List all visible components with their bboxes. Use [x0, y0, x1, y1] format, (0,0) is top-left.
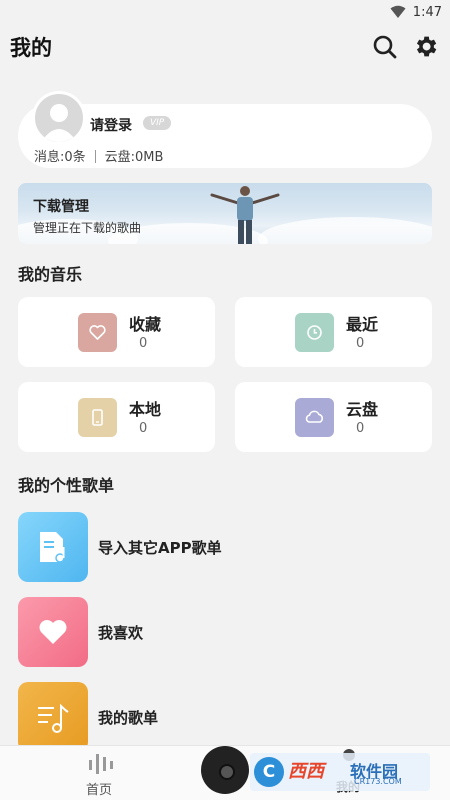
search-icon[interactable] [372, 34, 398, 60]
vip-badge: VIP [143, 116, 172, 130]
watermark-logo: C [254, 757, 284, 787]
login-label[interactable]: 请登录 [90, 115, 132, 135]
heart-icon [78, 313, 117, 352]
clock-icon [295, 313, 334, 352]
watermark-url: CR173.COM [354, 777, 402, 786]
liked-songs-label: 我喜欢 [98, 624, 144, 642]
profile-stats: 消息:0条 云盘:0MB [34, 146, 163, 165]
cloud-count: 0 [356, 421, 365, 436]
liked-songs-item[interactable]: 我喜欢 [18, 597, 432, 667]
cloud-storage-usage: 云盘:0MB [104, 150, 164, 165]
my-music-title: 我的音乐 [18, 265, 83, 284]
recent-label: 最近 [346, 315, 379, 334]
local-label: 本地 [129, 400, 162, 419]
my-playlist-item[interactable]: 我的歌单 [18, 682, 432, 752]
banner-title: 下载管理 [33, 199, 89, 215]
banner-subtitle: 管理正在下载的歌曲 [33, 221, 142, 235]
import-playlist-item[interactable]: 导入其它APP歌单 [18, 512, 432, 582]
favorites-count: 0 [139, 336, 148, 351]
watermark: C 西西 软件园 CR173.COM [250, 753, 430, 791]
import-playlist-icon [18, 512, 88, 582]
playlists-title: 我的个性歌单 [18, 476, 115, 495]
recent-count: 0 [356, 336, 365, 351]
clock-time: 1:47 [412, 5, 442, 20]
messages-count: 消息:0条 [34, 150, 86, 165]
cloud-tile[interactable]: 云盘 0 [235, 382, 432, 452]
stats-divider [94, 150, 96, 163]
cloud-label: 云盘 [346, 400, 379, 419]
watermark-brand: 西西 [288, 761, 324, 782]
avatar[interactable] [32, 91, 86, 145]
status-bar: 1:47 [0, 0, 450, 26]
person-illustration [210, 186, 280, 244]
default-avatar-icon [41, 104, 77, 142]
now-playing-disc[interactable] [201, 746, 249, 794]
gear-icon[interactable] [412, 33, 439, 60]
local-count: 0 [139, 421, 148, 436]
recent-tile[interactable]: 最近 0 [235, 297, 432, 367]
favorites-label: 收藏 [129, 315, 162, 334]
import-playlist-label: 导入其它APP歌单 [98, 539, 222, 557]
phone-icon [78, 398, 117, 437]
music-list-icon [18, 682, 88, 752]
nav-home-label[interactable]: 首页 [86, 779, 112, 798]
page-title: 我的 [10, 36, 52, 60]
app-header: 我的 [0, 26, 450, 70]
heart-icon [18, 597, 88, 667]
local-tile[interactable]: 本地 0 [18, 382, 215, 452]
banner-cloud [258, 217, 432, 244]
favorites-tile[interactable]: 收藏 0 [18, 297, 215, 367]
home-icon[interactable] [87, 752, 113, 774]
cloud-icon [295, 398, 334, 437]
my-playlist-label: 我的歌单 [98, 709, 159, 727]
wifi-icon [390, 5, 406, 18]
